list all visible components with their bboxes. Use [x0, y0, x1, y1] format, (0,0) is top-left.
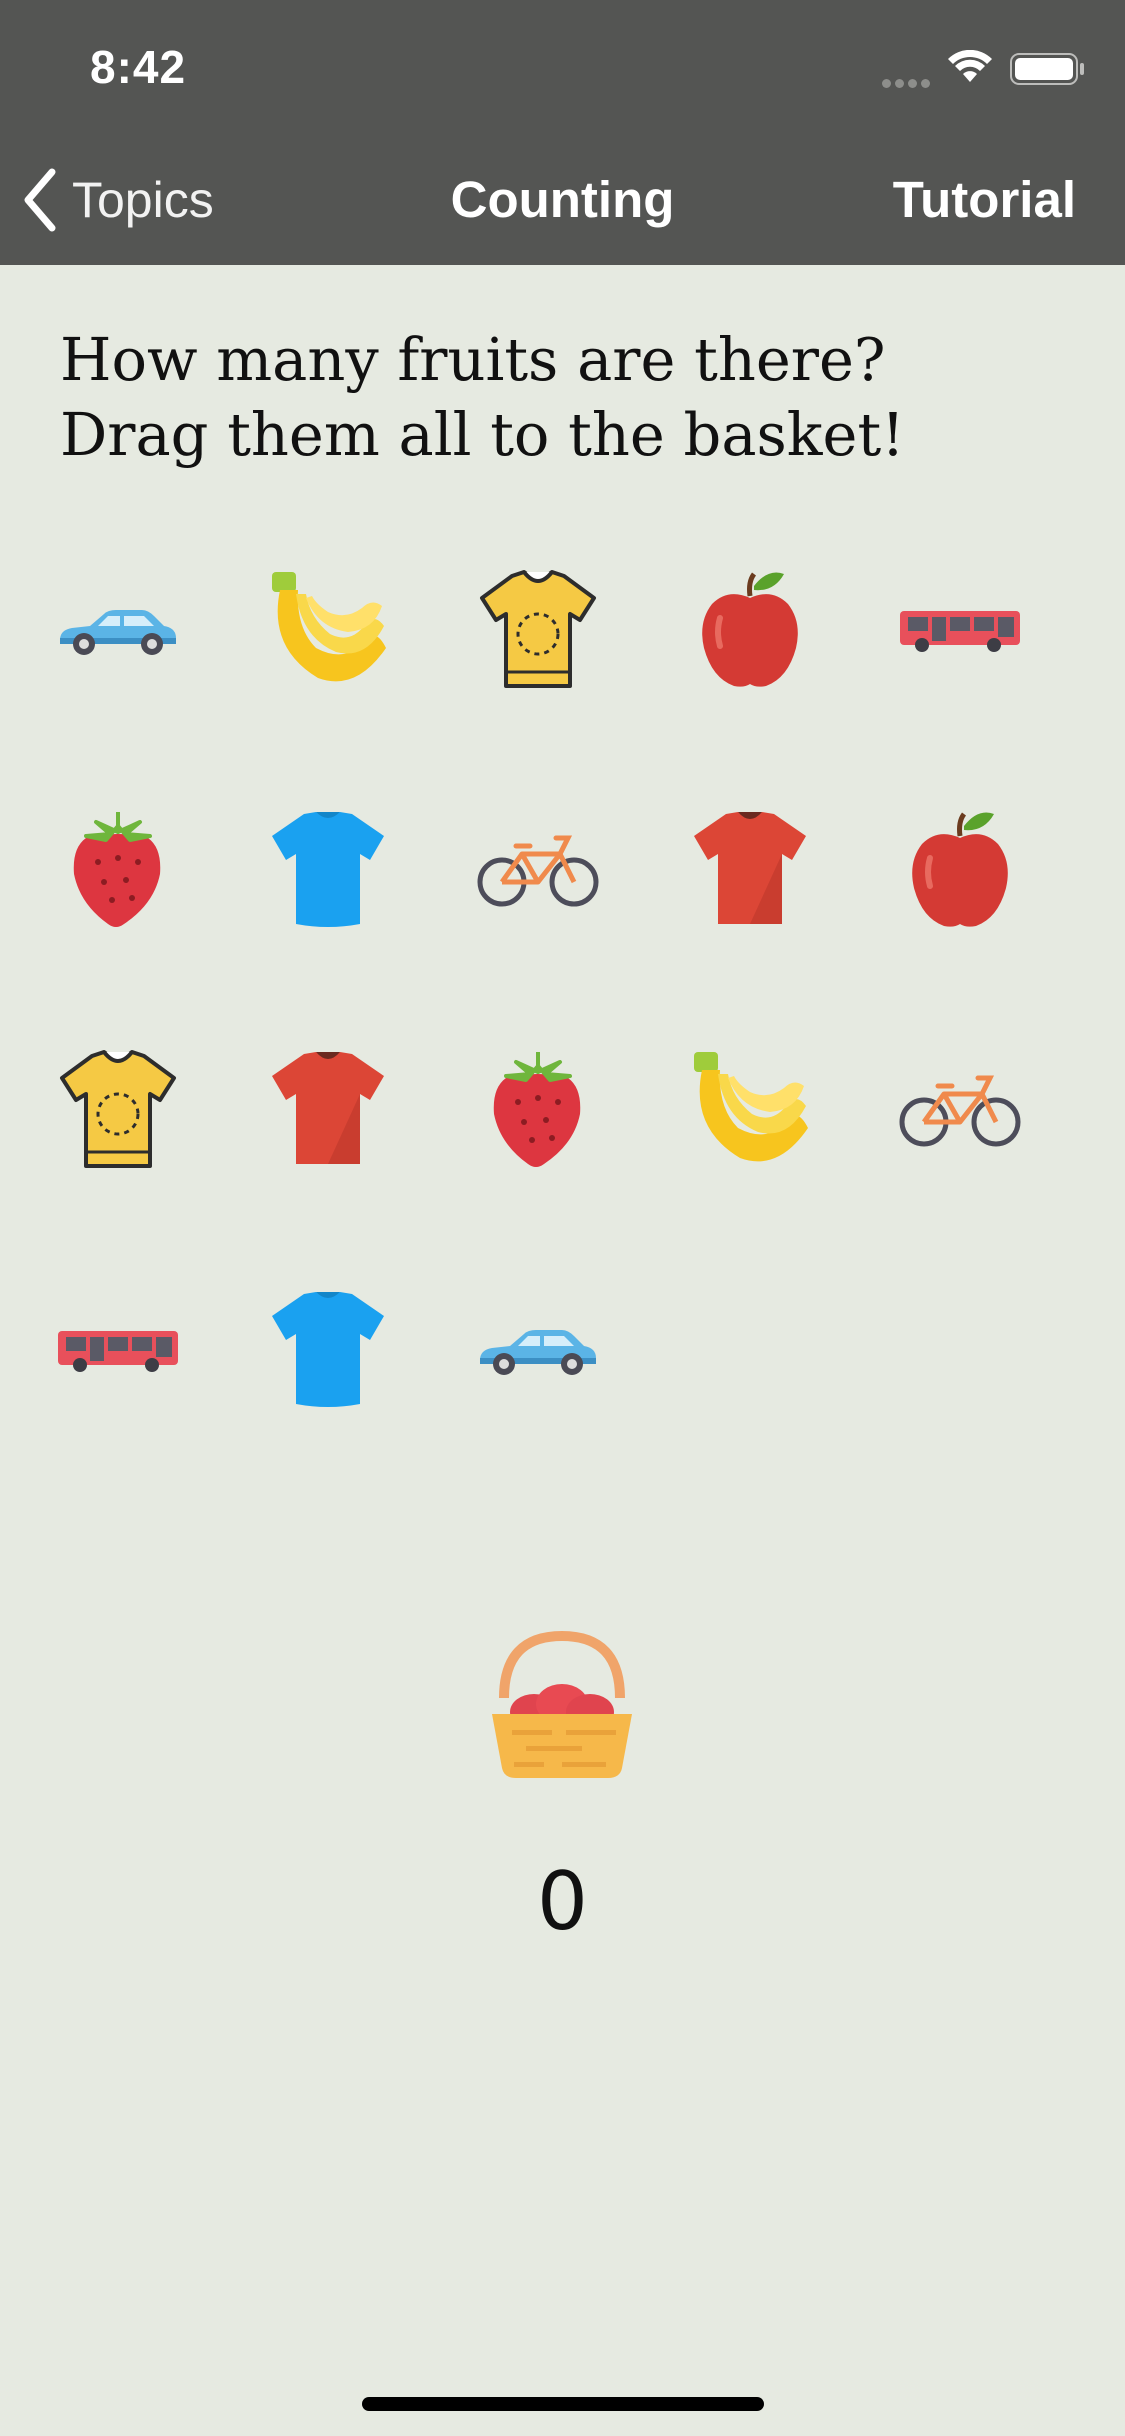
banana-icon[interactable]	[680, 1040, 820, 1180]
bus-icon[interactable]	[890, 560, 1030, 700]
blue-shirt-icon[interactable]	[258, 800, 398, 940]
red-shirt-icon[interactable]	[680, 800, 820, 940]
apple-icon[interactable]	[890, 800, 1030, 940]
strawberry-icon[interactable]	[468, 1040, 608, 1180]
home-indicator	[362, 2397, 764, 2411]
car-icon[interactable]	[468, 1280, 608, 1420]
banana-icon[interactable]	[258, 560, 398, 700]
strawberry-icon[interactable]	[48, 800, 188, 940]
fruit-count: 0	[537, 1855, 588, 1948]
bicycle-icon[interactable]	[890, 1040, 1030, 1180]
yellow-shirt-icon[interactable]	[468, 560, 608, 700]
yellow-shirt-icon[interactable]	[48, 1040, 188, 1180]
item-grid	[0, 0, 1125, 1500]
basket-icon[interactable]	[482, 1628, 642, 1788]
car-icon[interactable]	[48, 560, 188, 700]
bicycle-icon[interactable]	[468, 800, 608, 940]
red-shirt-icon[interactable]	[258, 1040, 398, 1180]
apple-icon[interactable]	[680, 560, 820, 700]
blue-shirt-icon[interactable]	[258, 1280, 398, 1420]
bus-icon[interactable]	[48, 1280, 188, 1420]
